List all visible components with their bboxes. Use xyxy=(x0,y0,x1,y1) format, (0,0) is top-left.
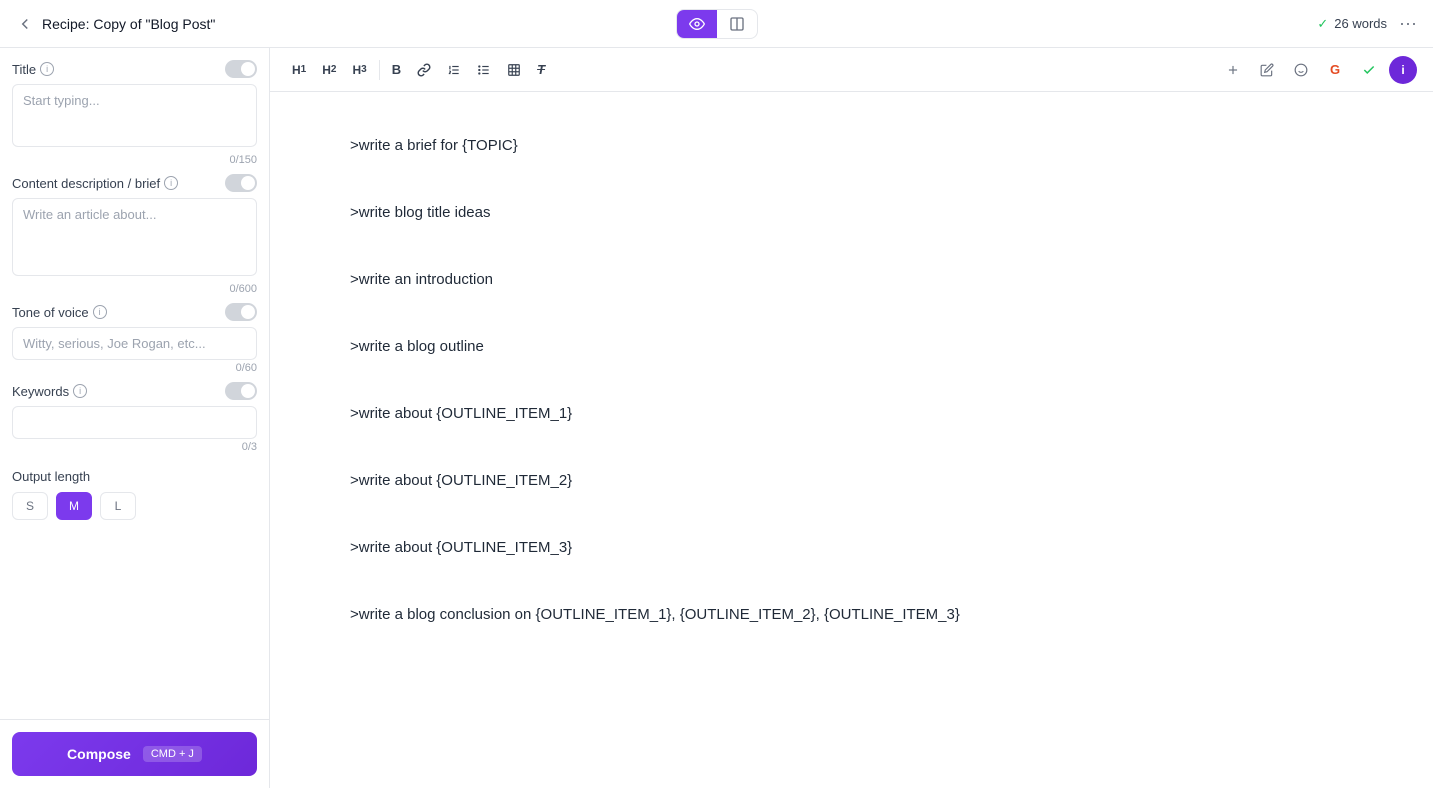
keywords-section: Keywords i 0/3 xyxy=(12,382,257,453)
content-description-char-count: 0/600 xyxy=(12,283,257,295)
word-count: ✓ 26 words xyxy=(1317,16,1387,32)
size-l-button[interactable]: L xyxy=(100,492,136,520)
clear-format-button[interactable]: T xyxy=(531,58,551,81)
editor-line: >write about {OUTLINE_ITEM_3} xyxy=(350,534,1353,561)
keywords-input[interactable] xyxy=(12,406,257,439)
editor-line-spacer xyxy=(350,309,1353,317)
view-toggle-group xyxy=(676,9,758,39)
tone-toggle[interactable] xyxy=(225,303,257,321)
h1-button[interactable]: H1 xyxy=(286,59,312,81)
size-buttons: S M L xyxy=(12,492,257,520)
keywords-toggle[interactable] xyxy=(225,382,257,400)
editor-content[interactable]: >write a brief for {TOPIC} >write blog ti… xyxy=(270,92,1433,788)
emoji-icon-button[interactable] xyxy=(1287,56,1315,84)
h2-button[interactable]: H2 xyxy=(316,59,342,81)
compose-bar: Compose CMD + J xyxy=(0,719,269,788)
title-char-count: 0/150 xyxy=(12,154,257,166)
content-description-info-icon[interactable]: i xyxy=(164,176,178,190)
word-count-label: 26 words xyxy=(1334,16,1387,31)
sidebar-content: Title i 0/150 Content description / brie… xyxy=(0,48,269,719)
h3-button[interactable]: H3 xyxy=(346,59,372,81)
more-options-button[interactable]: ··· xyxy=(1399,13,1417,34)
editor-line-spacer xyxy=(350,443,1353,451)
recipe-title: Recipe: Copy of "Blog Post" xyxy=(42,16,215,32)
topbar: Recipe: Copy of "Blog Post" ✓ 26 words ·… xyxy=(0,0,1433,48)
edit-icon-button[interactable] xyxy=(1253,56,1281,84)
ordered-list-button[interactable] xyxy=(441,59,467,81)
view-toggle xyxy=(676,9,758,39)
output-length-label: Output length xyxy=(12,469,257,484)
content-description-toggle[interactable] xyxy=(225,174,257,192)
editor-line: >write a brief for {TOPIC} xyxy=(350,132,1353,159)
split-view-button[interactable] xyxy=(717,10,757,38)
size-s-button[interactable]: S xyxy=(12,492,48,520)
title-toggle[interactable] xyxy=(225,60,257,78)
check-icon-button[interactable] xyxy=(1355,56,1383,84)
unordered-list-button[interactable] xyxy=(471,59,497,81)
tone-of-voice-label: Tone of voice i xyxy=(12,305,107,320)
content-description-label: Content description / brief i xyxy=(12,176,178,191)
tone-info-icon[interactable]: i xyxy=(93,305,107,319)
keywords-info-icon[interactable]: i xyxy=(73,384,87,398)
bold-button[interactable]: B xyxy=(386,58,407,81)
toolbar-left: H1 H2 H3 B T xyxy=(286,58,1215,81)
editor-line: >write about {OUTLINE_ITEM_1} xyxy=(350,400,1353,427)
tone-char-count: 0/60 xyxy=(12,362,257,374)
grammarly-icon-button[interactable]: G xyxy=(1321,56,1349,84)
editor-toolbar: H1 H2 H3 B T xyxy=(270,48,1433,92)
back-button[interactable] xyxy=(16,15,34,33)
table-button[interactable] xyxy=(501,59,527,81)
output-length-section: Output length S M L xyxy=(12,461,257,528)
content-description-input[interactable] xyxy=(12,198,257,276)
info-icon-button[interactable]: i xyxy=(1389,56,1417,84)
editor-line-spacer xyxy=(350,242,1353,250)
editor-line: >write an introduction xyxy=(350,266,1353,293)
title-section: Title i 0/150 xyxy=(12,60,257,166)
toolbar-sep-1 xyxy=(379,60,380,80)
editor-line: >write about {OUTLINE_ITEM_2} xyxy=(350,467,1353,494)
editor-line-spacer xyxy=(350,175,1353,183)
link-button[interactable] xyxy=(411,59,437,81)
editor-area: H1 H2 H3 B T xyxy=(270,48,1433,788)
compose-shortcut: CMD + J xyxy=(143,746,202,762)
sidebar: Title i 0/150 Content description / brie… xyxy=(0,48,270,788)
size-m-button[interactable]: M xyxy=(56,492,92,520)
editor-line: >write blog title ideas xyxy=(350,199,1353,226)
check-icon: ✓ xyxy=(1317,16,1328,32)
editor-line-spacer xyxy=(350,510,1353,518)
toolbar-right: G i xyxy=(1219,56,1417,84)
topbar-left: Recipe: Copy of "Blog Post" xyxy=(16,15,664,33)
main-layout: Title i 0/150 Content description / brie… xyxy=(0,48,1433,788)
tone-of-voice-header: Tone of voice i xyxy=(12,303,257,321)
title-info-icon[interactable]: i xyxy=(40,62,54,76)
compose-label: Compose xyxy=(67,746,131,762)
editor-line-spacer xyxy=(350,577,1353,585)
add-icon-button[interactable] xyxy=(1219,56,1247,84)
title-input[interactable] xyxy=(12,84,257,147)
keywords-header: Keywords i xyxy=(12,382,257,400)
keywords-label: Keywords i xyxy=(12,384,87,399)
tone-of-voice-input[interactable] xyxy=(12,327,257,360)
tone-of-voice-section: Tone of voice i 0/60 xyxy=(12,303,257,374)
title-label: Title i xyxy=(12,62,54,77)
content-description-section: Content description / brief i 0/600 xyxy=(12,174,257,295)
editor-line: >write a blog outline xyxy=(350,333,1353,360)
topbar-right: ✓ 26 words ··· xyxy=(770,13,1418,34)
title-field-header: Title i xyxy=(12,60,257,78)
content-description-header: Content description / brief i xyxy=(12,174,257,192)
editor-line: >write a blog conclusion on {OUTLINE_ITE… xyxy=(350,601,1353,628)
keywords-char-count: 0/3 xyxy=(12,441,257,453)
editor-line-spacer xyxy=(350,376,1353,384)
compose-button[interactable]: Compose CMD + J xyxy=(12,732,257,776)
preview-view-button[interactable] xyxy=(677,10,717,38)
